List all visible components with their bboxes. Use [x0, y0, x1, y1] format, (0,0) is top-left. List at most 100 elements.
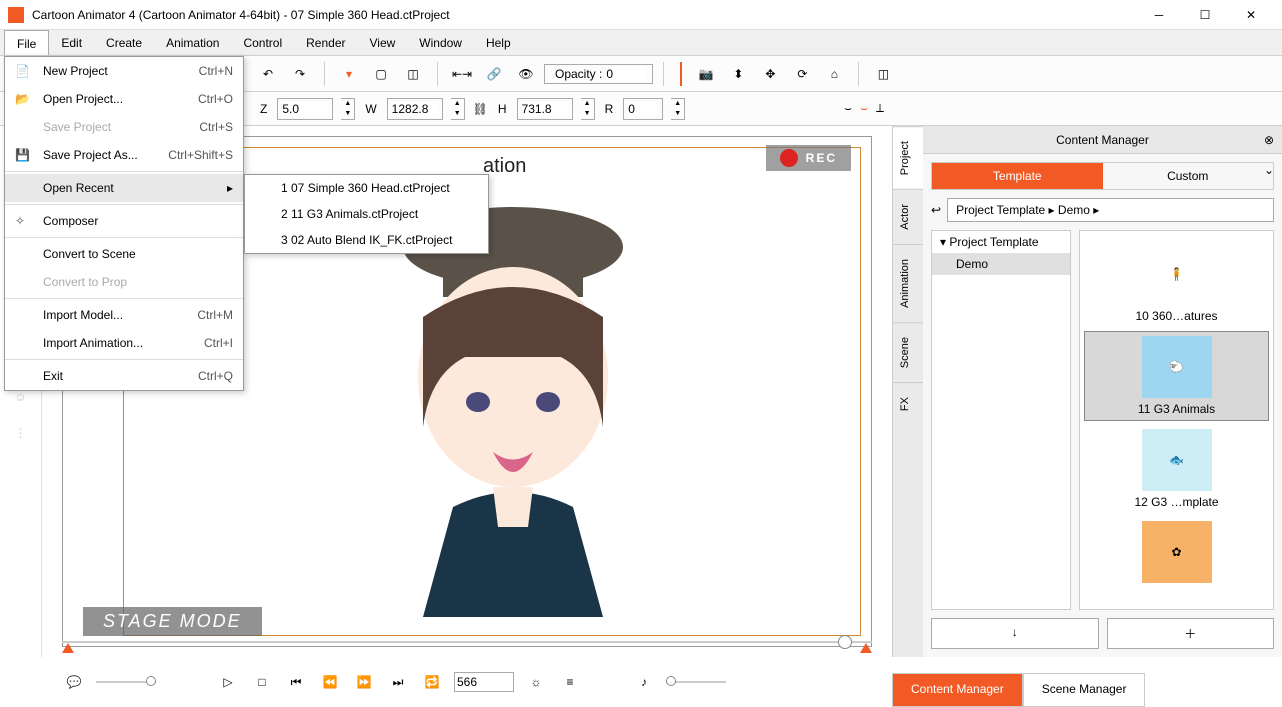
move-icon[interactable]: ✥ [756, 60, 784, 88]
transform-up-icon[interactable]: ⬍ [724, 60, 752, 88]
h-input[interactable] [517, 98, 573, 120]
tab-content-manager[interactable]: Content Manager [892, 673, 1023, 707]
folder-tree: ▾ Project Template Demo [931, 230, 1071, 610]
menu-render[interactable]: Render [294, 30, 357, 55]
thumbnail-grid: 🧍10 360…atures 🐑11 G3 Animals 🐟12 G3 …mp… [1079, 230, 1274, 610]
shapes-icon[interactable]: ◫ [399, 60, 427, 88]
rec-badge: REC [766, 145, 851, 171]
menu-import-model[interactable]: Import Model...Ctrl+M [5, 301, 243, 329]
redo-icon[interactable]: ↷ [286, 60, 314, 88]
menu-convert-prop: Convert to Prop [5, 268, 243, 296]
camera-icon[interactable]: 📷 [692, 60, 720, 88]
prev-icon[interactable]: ⏮ [284, 670, 308, 694]
recent-item-2[interactable]: 2 11 G3 Animals.ctProject [245, 201, 488, 227]
marker-end-icon[interactable] [860, 643, 872, 653]
timeline-icon[interactable]: ≡ [558, 670, 582, 694]
menu-open-project[interactable]: 📂Open Project...Ctrl+O [5, 85, 243, 113]
tree-root[interactable]: ▾ Project Template [932, 231, 1070, 253]
forward-icon[interactable]: ⏩ [352, 670, 376, 694]
curve-active-icon[interactable]: ⌣ [860, 101, 868, 116]
menu-edit[interactable]: Edit [49, 30, 94, 55]
flip-h-icon[interactable]: ⇤⇥ [448, 60, 476, 88]
undo-icon[interactable]: ↶ [254, 60, 282, 88]
menu-window[interactable]: Window [407, 30, 474, 55]
menu-convert-scene[interactable]: Convert to Scene [5, 240, 243, 268]
menu-save-as[interactable]: 💾Save Project As...Ctrl+Shift+S [5, 141, 243, 169]
link-wh-icon[interactable]: ⛓ [473, 102, 488, 116]
titlebar: Cartoon Animator 4 (Cartoon Animator 4-6… [0, 0, 1282, 30]
menu-save-project: Save ProjectCtrl+S [5, 113, 243, 141]
menu-file[interactable]: File [4, 30, 49, 55]
menu-import-animation[interactable]: Import Animation...Ctrl+I [5, 329, 243, 357]
vtab-fx[interactable]: FX [893, 382, 923, 425]
file-menu-dropdown: 📄New ProjectCtrl+N 📂Open Project...Ctrl+… [4, 56, 244, 391]
tab-template[interactable]: Template [932, 163, 1103, 189]
menu-exit[interactable]: ExitCtrl+Q [5, 362, 243, 390]
menu-help[interactable]: Help [474, 30, 523, 55]
menu-create[interactable]: Create [94, 30, 154, 55]
stage-text: ation [483, 155, 526, 178]
back-icon[interactable]: ↩ [931, 203, 941, 217]
panel-close-icon[interactable]: ⊗ [1264, 133, 1274, 147]
tab-custom[interactable]: Custom [1103, 163, 1274, 189]
scrubber-handle[interactable] [838, 635, 852, 649]
next-icon[interactable]: ⏭ [386, 670, 410, 694]
menu-animation[interactable]: Animation [154, 30, 231, 55]
rotate-icon[interactable]: ⟳ [788, 60, 816, 88]
panel-title: Content Manager ⊗ [923, 126, 1282, 154]
thumb-2[interactable]: 🐑11 G3 Animals [1084, 331, 1269, 421]
chevron-down-icon[interactable]: ⌄ [1264, 163, 1274, 177]
pointer-icon[interactable]: ▾ [335, 60, 363, 88]
z-input[interactable] [277, 98, 333, 120]
angle-icon[interactable]: ⟂ [876, 101, 884, 116]
close-button[interactable]: ✕ [1228, 0, 1274, 30]
menu-view[interactable]: View [357, 30, 407, 55]
vtab-actor[interactable]: Actor [893, 189, 923, 244]
stop-icon[interactable]: □ [250, 670, 274, 694]
comment-icon[interactable]: 💬 [62, 670, 86, 694]
timeline-scrubber[interactable] [62, 631, 872, 655]
rewind-icon[interactable]: ⏪ [318, 670, 342, 694]
dots-icon: ⋮ [6, 418, 36, 448]
thumb-4[interactable]: ✿ [1084, 517, 1269, 591]
tab-scene-manager[interactable]: Scene Manager [1023, 673, 1146, 707]
home-icon[interactable]: ⌂ [820, 60, 848, 88]
recent-item-1[interactable]: 1 07 Simple 360 Head.ctProject [245, 175, 488, 201]
apply-button[interactable]: ↓ [931, 618, 1099, 649]
vtab-project[interactable]: Project [893, 126, 923, 189]
frame-input[interactable] [454, 672, 514, 692]
breadcrumb[interactable]: Project Template ▸ Demo ▸ [947, 198, 1274, 222]
vtab-scene[interactable]: Scene [893, 322, 923, 382]
recent-submenu: 1 07 Simple 360 Head.ctProject 2 11 G3 A… [244, 174, 489, 254]
mirror-icon[interactable]: ◫ [869, 60, 897, 88]
w-input[interactable] [387, 98, 443, 120]
add-button[interactable]: ＋ [1107, 618, 1275, 649]
loop-icon[interactable]: 🔁 [420, 670, 444, 694]
play-icon[interactable]: ▷ [216, 670, 240, 694]
thumb-3[interactable]: 🐟12 G3 …mplate [1084, 425, 1269, 513]
character-illustration [343, 197, 683, 617]
minimize-button[interactable]: ─ [1136, 0, 1182, 30]
menu-composer[interactable]: ✧Composer [5, 207, 243, 235]
opacity-field[interactable]: Opacity : [544, 64, 653, 84]
menu-open-recent[interactable]: Open Recent▸ [5, 174, 243, 202]
link-icon[interactable]: 🔗 [480, 60, 508, 88]
r-input[interactable] [623, 98, 663, 120]
note-icon[interactable]: ♪ [632, 670, 656, 694]
maximize-button[interactable]: ☐ [1182, 0, 1228, 30]
marker-start-icon[interactable] [62, 643, 74, 653]
opacity-input[interactable] [606, 67, 646, 81]
tree-demo[interactable]: Demo [932, 253, 1070, 275]
eye-icon[interactable]: 👁 [512, 60, 540, 88]
menu-bar: File Edit Create Animation Control Rende… [0, 30, 1282, 56]
vtab-animation[interactable]: Animation [893, 244, 923, 322]
menu-control[interactable]: Control [231, 30, 294, 55]
settings-icon[interactable]: ☼ [524, 670, 548, 694]
thumb-1[interactable]: 🧍10 360…atures [1084, 239, 1269, 327]
recent-item-3[interactable]: 3 02 Auto Blend IK_FK.ctProject [245, 227, 488, 253]
playback-bar: 💬 ▷ □ ⏮ ⏪ ⏩ ⏭ 🔁 ☼ ≡ ♪ [42, 657, 892, 707]
menu-new-project[interactable]: 📄New ProjectCtrl+N [5, 57, 243, 85]
curve-icon[interactable]: ⌣ [844, 101, 852, 116]
document-icon[interactable]: ▢ [367, 60, 395, 88]
rec-dot-icon [780, 149, 798, 167]
